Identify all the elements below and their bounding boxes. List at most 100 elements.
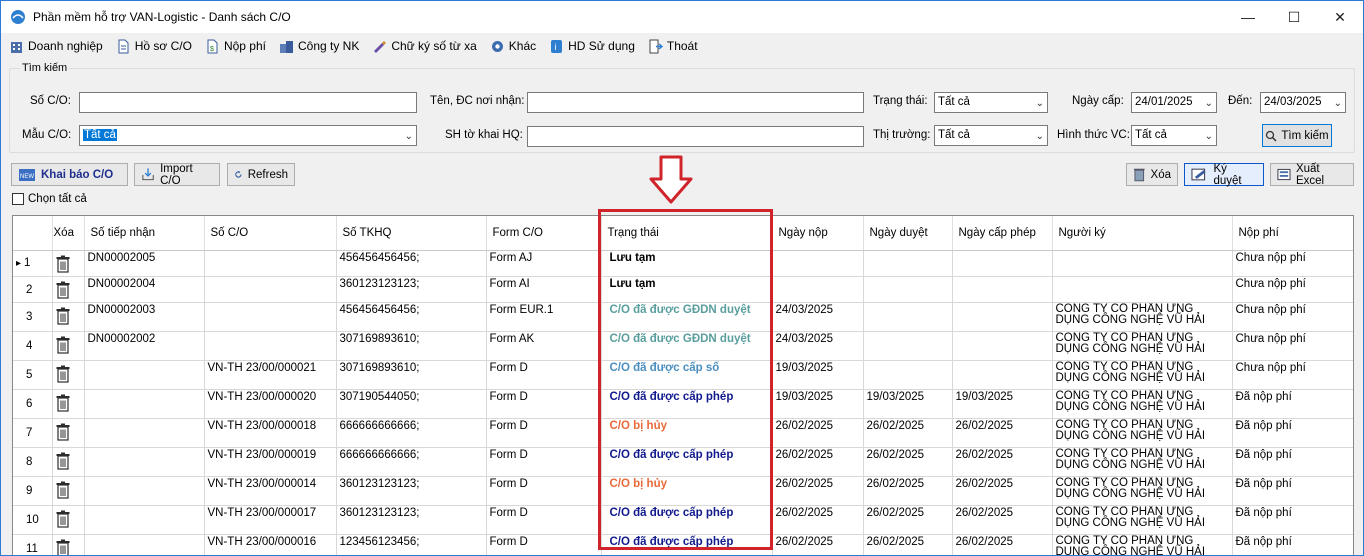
menu-doanh-nghiep[interactable]: Doanh nghiệp: [9, 39, 103, 54]
trash-icon[interactable]: [55, 452, 71, 470]
cell-delete[interactable]: [52, 389, 85, 419]
cell-ngay-duyet[interactable]: [863, 276, 953, 303]
header-ngay-cap-phep[interactable]: Ngày cấp phép: [952, 216, 1053, 251]
cell-ngay-cap-phep[interactable]: 26/02/2025: [952, 418, 1053, 448]
cell-form-co[interactable]: Form D: [486, 534, 602, 555]
cell-so-tkhq[interactable]: 666666666666;: [336, 418, 487, 448]
table-row[interactable]: 9 VN-TH 23/00/000014 360123123123; Form D C/…: [13, 476, 1353, 506]
cell-ngay-nop[interactable]: 24/03/2025: [772, 331, 864, 361]
cell-nguoi-ky[interactable]: CÔNG TY CỔ PHẦN ỨNG DỤNG CÔNG NGHỆ VŨ HẢ…: [1052, 418, 1233, 448]
xuat-excel-button[interactable]: Xuất Excel: [1270, 163, 1354, 187]
cell-trang-thai[interactable]: Lưu tạm: [601, 250, 773, 277]
cell-delete[interactable]: [52, 505, 85, 535]
table-row[interactable]: 7 VN-TH 23/00/000018 666666666666; Form D C/…: [13, 418, 1353, 448]
cell-ngay-duyet[interactable]: [863, 331, 953, 361]
cell-so-co[interactable]: [204, 331, 337, 361]
cell-nguoi-ky[interactable]: [1052, 250, 1233, 277]
cell-ngay-duyet[interactable]: 26/02/2025: [863, 534, 953, 555]
row-header[interactable]: 8: [13, 447, 53, 477]
cell-ngay-cap-phep[interactable]: [952, 302, 1053, 332]
cell-delete[interactable]: [52, 276, 85, 303]
cell-nguoi-ky[interactable]: CÔNG TY CỔ PHẦN ỨNG DỤNG CÔNG NGHỆ VŨ HẢ…: [1052, 505, 1233, 535]
cell-trang-thai[interactable]: C/O bị hủy: [601, 476, 773, 506]
checkbox-box[interactable]: [12, 193, 24, 205]
ky-duyet-button[interactable]: Ký duyệt: [1184, 163, 1264, 187]
cell-ngay-cap-phep[interactable]: 19/03/2025: [952, 389, 1053, 419]
cell-trang-thai[interactable]: C/O đã được cấp phép: [601, 534, 773, 555]
xoa-button[interactable]: Xóa: [1126, 163, 1178, 186]
cell-so-tkhq[interactable]: 456456456456;: [336, 302, 487, 332]
trash-icon[interactable]: [55, 307, 71, 325]
header-so-co[interactable]: Số C/O: [204, 216, 337, 251]
trang-thai-select[interactable]: Tất cả ⌄: [934, 92, 1048, 113]
cell-ngay-nop[interactable]: 26/02/2025: [772, 418, 864, 448]
cell-ngay-cap-phep[interactable]: 26/02/2025: [952, 476, 1053, 506]
cell-nop-phi[interactable]: Chưa nộp phí: [1232, 276, 1353, 303]
header-nop-phi[interactable]: Nộp phí: [1232, 216, 1353, 251]
cell-so-tkhq[interactable]: 456456456456;: [336, 250, 487, 277]
cell-delete[interactable]: [52, 302, 85, 332]
hinh-thuc-select[interactable]: Tất cả ⌄: [1131, 125, 1217, 146]
so-co-input[interactable]: [79, 92, 417, 113]
ngay-cap-date[interactable]: 24/01/2025 ⌄: [1131, 92, 1217, 113]
cell-ngay-cap-phep[interactable]: [952, 360, 1053, 390]
cell-nop-phi[interactable]: Đã nộp phí: [1232, 447, 1353, 477]
menu-thoat[interactable]: Thoát: [648, 39, 698, 54]
trash-icon[interactable]: [55, 394, 71, 412]
cell-so-co[interactable]: VN-TH 23/00/000016: [204, 534, 337, 555]
header-form-co[interactable]: Form C/O: [486, 216, 602, 251]
khai-bao-co-button[interactable]: NEW Khai báo C/O: [11, 163, 128, 186]
menu-hd-su-dung[interactable]: i HD Sử dụng: [549, 39, 635, 54]
row-header[interactable]: ▸ 1: [13, 250, 53, 277]
cell-nguoi-ky[interactable]: CÔNG TY CỔ PHẦN ỨNG DỤNG CÔNG NGHỆ VŨ HẢ…: [1052, 360, 1233, 390]
cell-ngay-cap-phep[interactable]: [952, 276, 1053, 303]
cell-trang-thai[interactable]: C/O đã được cấp phép: [601, 447, 773, 477]
cell-so-co[interactable]: VN-TH 23/00/000014: [204, 476, 337, 506]
trash-icon[interactable]: [55, 539, 71, 556]
cell-ngay-cap-phep[interactable]: 26/02/2025: [952, 534, 1053, 555]
table-row[interactable]: 4 DN00002002 307169893610; Form AK C/O đã đư…: [13, 331, 1353, 361]
cell-nguoi-ky[interactable]: CÔNG TY CỔ PHẦN ỨNG DỤNG CÔNG NGHỆ VŨ HẢ…: [1052, 331, 1233, 361]
cell-trang-thai[interactable]: C/O đã được GĐDN duyệt: [601, 302, 773, 332]
cell-delete[interactable]: [52, 360, 85, 390]
cell-form-co[interactable]: Form EUR.1: [486, 302, 602, 332]
trash-icon[interactable]: [55, 336, 71, 354]
cell-trang-thai[interactable]: C/O đã được cấp số: [601, 360, 773, 390]
cell-form-co[interactable]: Form AK: [486, 331, 602, 361]
row-header[interactable]: 9: [13, 476, 53, 506]
cell-so-co[interactable]: [204, 302, 337, 332]
header-xoa[interactable]: Xóa: [52, 216, 85, 251]
trash-icon[interactable]: [55, 481, 71, 499]
cell-ngay-cap-phep[interactable]: [952, 250, 1053, 277]
close-button[interactable]: ✕: [1317, 1, 1363, 33]
cell-so-tiep-nhan[interactable]: DN00002005: [84, 250, 205, 277]
cell-nop-phi[interactable]: Đã nộp phí: [1232, 505, 1353, 535]
table-row[interactable]: 8 VN-TH 23/00/000019 666666666666; Form D C/…: [13, 447, 1353, 477]
cell-so-tkhq[interactable]: 360123123123;: [336, 276, 487, 303]
cell-so-tiep-nhan[interactable]: [84, 418, 205, 448]
thi-truong-select[interactable]: Tất cả ⌄: [934, 125, 1048, 146]
cell-ngay-duyet[interactable]: 26/02/2025: [863, 505, 953, 535]
cell-nop-phi[interactable]: Chưa nộp phí: [1232, 331, 1353, 361]
cell-so-tiep-nhan[interactable]: DN00002002: [84, 331, 205, 361]
table-row[interactable]: 5 VN-TH 23/00/000021 307169893610; Form D C/…: [13, 360, 1353, 390]
header-nguoi-ky[interactable]: Người ký: [1052, 216, 1233, 251]
cell-nguoi-ky[interactable]: CÔNG TY CỔ PHẦN ỨNG DỤNG CÔNG NGHỆ VŨ HẢ…: [1052, 302, 1233, 332]
refresh-button[interactable]: Refresh: [227, 163, 295, 186]
cell-so-tiep-nhan[interactable]: [84, 360, 205, 390]
row-header[interactable]: 2: [13, 276, 53, 303]
cell-ngay-nop[interactable]: [772, 250, 864, 277]
cell-nop-phi[interactable]: Chưa nộp phí: [1232, 360, 1353, 390]
trash-icon[interactable]: [55, 365, 71, 383]
cell-ngay-duyet[interactable]: [863, 302, 953, 332]
cell-so-tiep-nhan[interactable]: [84, 476, 205, 506]
cell-ngay-cap-phep[interactable]: 26/02/2025: [952, 505, 1053, 535]
row-header[interactable]: 10: [13, 505, 53, 535]
cell-trang-thai[interactable]: Lưu tạm: [601, 276, 773, 303]
import-co-button[interactable]: Import C/O: [134, 163, 220, 187]
cell-so-tkhq[interactable]: 123456123456;: [336, 534, 487, 555]
cell-so-tiep-nhan[interactable]: [84, 534, 205, 555]
cell-ngay-nop[interactable]: [772, 276, 864, 303]
cell-nguoi-ky[interactable]: CÔNG TY CỔ PHẦN ỨNG DỤNG CÔNG NGHỆ VŨ HẢ…: [1052, 447, 1233, 477]
cell-nguoi-ky[interactable]: CÔNG TY CỔ PHẦN ỨNG DỤNG CÔNG NGHỆ VŨ HẢ…: [1052, 476, 1233, 506]
